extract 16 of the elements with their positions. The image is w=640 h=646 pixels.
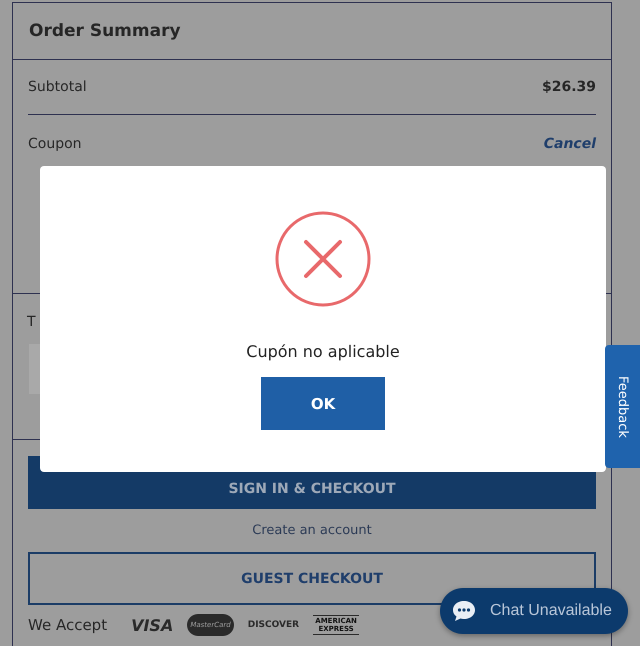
create-account-link[interactable]: Create an account — [252, 523, 372, 538]
chat-button[interactable]: Chat Unavailable — [440, 588, 628, 634]
card-logo: DISCOVER — [248, 620, 300, 630]
panel-title: Order Summary — [29, 21, 181, 41]
row-value: $26.39 — [542, 79, 596, 95]
card-logo: VISA — [131, 616, 174, 634]
total-label: T — [27, 314, 37, 330]
feedback-tab[interactable]: Feedback — [605, 345, 640, 468]
cancel-link[interactable]: Cancel — [544, 136, 596, 152]
coupon-label: Coupon — [28, 136, 82, 152]
we-accept-label: We Accept — [28, 616, 108, 634]
row-label: Subtotal — [28, 79, 87, 95]
chat-bubble-icon — [452, 600, 476, 622]
error-icon — [274, 210, 372, 308]
ok-button[interactable]: OK — [261, 377, 385, 430]
modal-message: Cupón no aplicable — [246, 342, 400, 361]
